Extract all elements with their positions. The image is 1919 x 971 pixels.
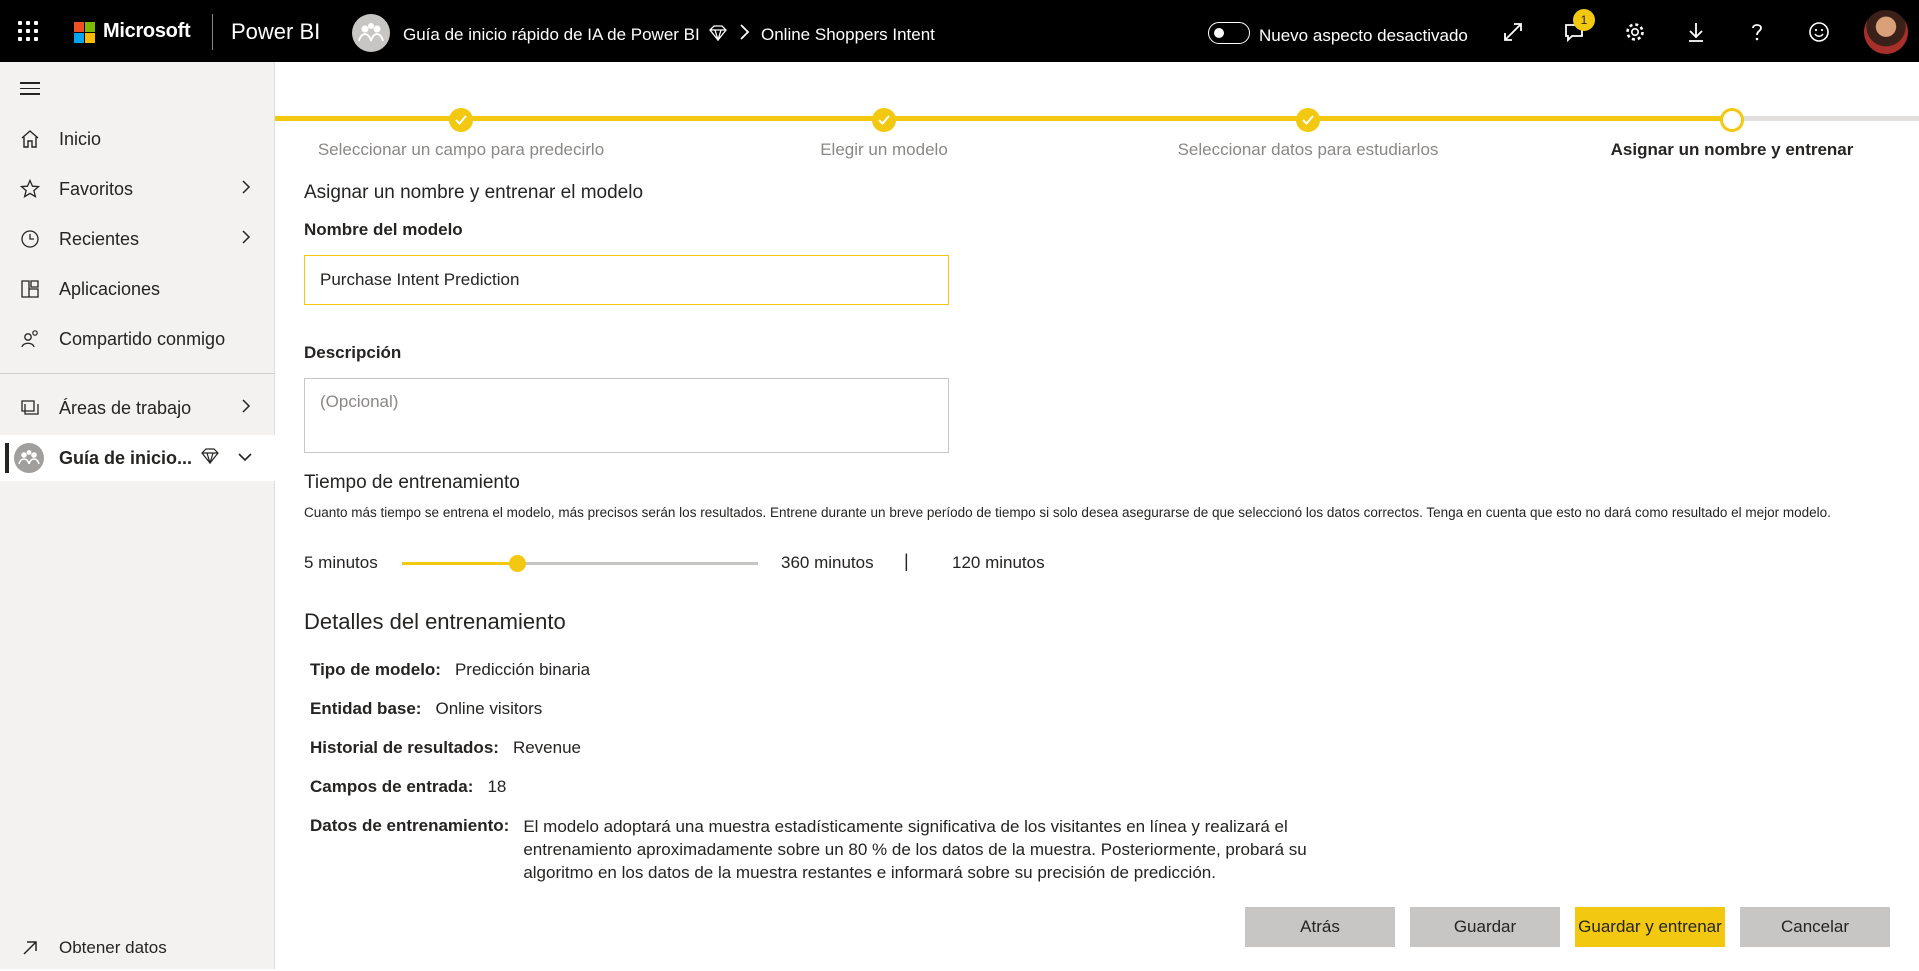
download-icon[interactable]: [1684, 20, 1708, 44]
chevron-down-icon[interactable]: [237, 449, 253, 467]
shared-icon: [19, 328, 41, 350]
nav-item-current-workspace[interactable]: Guía de inicio...: [0, 435, 275, 481]
header-divider: [212, 14, 213, 50]
microsoft-logo: [74, 22, 95, 43]
detail-row-base-entity: Entidad base: Online visitors: [310, 699, 542, 719]
step-3-label[interactable]: Seleccionar datos para estudiarlos: [1168, 140, 1448, 160]
premium-diamond-icon: [201, 447, 219, 469]
nav-label: Guía de inicio...: [59, 447, 193, 468]
chevron-right-icon[interactable]: [241, 179, 251, 200]
model-name-field[interactable]: [304, 255, 949, 305]
cancel-button[interactable]: Cancelar: [1740, 907, 1890, 947]
chevron-right-icon[interactable]: [241, 229, 251, 250]
top-bar: Microsoft Power BI Guía de inicio rápido…: [0, 0, 1919, 62]
left-navigation: Inicio Favoritos Recientes Aplicaciones …: [0, 62, 275, 969]
detail-row-training-data: Datos de entrenamiento: El modelo adopta…: [310, 816, 1343, 884]
breadcrumb-item[interactable]: Online Shoppers Intent: [761, 25, 935, 45]
nav-label: Favoritos: [59, 178, 134, 199]
step-4-label[interactable]: Asignar un nombre y entrenar: [1592, 140, 1872, 160]
premium-diamond-icon: [709, 25, 727, 46]
step-4-current-indicator: [1720, 108, 1744, 132]
new-look-toggle[interactable]: [1208, 22, 1250, 44]
training-time-title: Tiempo de entrenamiento: [304, 472, 520, 493]
detail-row-model-type: Tipo de modelo: Predicción binaria: [310, 660, 590, 680]
detail-key: Campos de entrada:: [310, 777, 474, 796]
apps-icon: [19, 278, 41, 300]
slider-separator: |: [904, 551, 909, 571]
description-field[interactable]: [304, 378, 949, 453]
settings-icon[interactable]: [1623, 20, 1647, 44]
detail-row-input-fields: Campos de entrada: 18: [310, 777, 506, 797]
home-icon: [19, 128, 41, 150]
workspace-icon: [14, 443, 44, 473]
workspace-avatar-icon: [352, 14, 390, 52]
step-1-check-icon: [449, 108, 473, 132]
nav-label: Inicio: [59, 128, 102, 149]
save-and-train-button[interactable]: Guardar y entrenar: [1575, 907, 1725, 947]
description-label: Descripción: [304, 343, 402, 362]
detail-key: Historial de resultados:: [310, 738, 499, 757]
nav-item-shared[interactable]: Compartido conmigo: [0, 316, 275, 362]
slider-value-label: 120 minutos: [952, 553, 1045, 572]
nav-label: Compartido conmigo: [59, 328, 226, 349]
detail-value: Predicción binaria: [454, 660, 591, 679]
training-time-slider[interactable]: [402, 555, 758, 572]
nav-label: Aplicaciones: [59, 278, 161, 299]
star-icon: [19, 178, 41, 200]
clock-icon: [19, 228, 41, 250]
back-button[interactable]: Atrás: [1245, 907, 1395, 947]
help-icon[interactable]: [1745, 20, 1769, 44]
user-avatar[interactable]: [1864, 10, 1908, 54]
save-button[interactable]: Guardar: [1410, 907, 1560, 947]
chevron-right-icon[interactable]: [241, 398, 251, 419]
step-2-check-icon: [872, 108, 896, 132]
slider-max-label: 360 minutos: [781, 553, 874, 572]
expand-icon[interactable]: [1501, 20, 1525, 44]
model-name-label: Nombre del modelo: [304, 220, 463, 239]
nav-item-home[interactable]: Inicio: [0, 116, 275, 162]
detail-key: Entidad base:: [310, 699, 422, 718]
feedback-smiley-icon[interactable]: [1807, 20, 1831, 44]
step-3-check-icon: [1296, 108, 1320, 132]
nav-item-favorites[interactable]: Favoritos: [0, 166, 275, 212]
training-details-title: Detalles del entrenamiento: [304, 609, 566, 634]
slider-thumb[interactable]: [509, 555, 526, 572]
nav-item-workspaces[interactable]: Áreas de trabajo: [0, 385, 275, 431]
form-title: Asignar un nombre y entrenar el modelo: [304, 182, 644, 203]
slider-min-label: 5 minutos: [304, 553, 378, 572]
detail-value: Online visitors: [435, 699, 543, 718]
detail-value: El modelo adoptará una muestra estadísti…: [523, 817, 1307, 882]
detail-row-outcome-history: Historial de resultados: Revenue: [310, 738, 581, 758]
breadcrumb-chevron-icon: [738, 23, 750, 47]
nav-label: Áreas de trabajo: [59, 397, 192, 418]
description-input[interactable]: [305, 379, 948, 452]
detail-value: 18: [487, 777, 507, 796]
nav-label: Obtener datos: [59, 938, 167, 957]
arrow-up-left-icon: [19, 937, 41, 959]
workspaces-icon: [19, 397, 41, 419]
stepper-progress-line: [275, 116, 1732, 121]
nav-label: Recientes: [59, 228, 140, 249]
detail-key: Tipo de modelo:: [310, 660, 441, 679]
training-time-help: Cuanto más tiempo se entrena el modelo, …: [304, 505, 1831, 520]
step-2-label[interactable]: Elegir un modelo: [784, 140, 984, 160]
product-name[interactable]: Power BI: [231, 19, 320, 45]
app-launcher-icon[interactable]: [18, 21, 38, 41]
notification-badge: 1: [1573, 9, 1595, 31]
new-look-label: Nuevo aspecto desactivado: [1259, 26, 1468, 45]
nav-item-recent[interactable]: Recientes: [0, 216, 275, 262]
step-1-label[interactable]: Seleccionar un campo para predecirlo: [311, 140, 611, 160]
nav-item-apps[interactable]: Aplicaciones: [0, 266, 275, 312]
slider-fill: [402, 562, 517, 565]
detail-value: Revenue: [512, 738, 581, 757]
model-name-input[interactable]: [305, 256, 948, 304]
nav-item-get-data[interactable]: Obtener datos: [0, 925, 275, 971]
nav-divider: [0, 373, 275, 374]
detail-key: Datos de entrenamiento:: [310, 816, 510, 835]
stepper-remaining-line: [1732, 116, 1919, 121]
brand-name[interactable]: Microsoft: [103, 20, 191, 43]
breadcrumb-workspace[interactable]: Guía de inicio rápido de IA de Power BI: [403, 25, 700, 45]
hamburger-menu-icon[interactable]: [20, 82, 40, 99]
